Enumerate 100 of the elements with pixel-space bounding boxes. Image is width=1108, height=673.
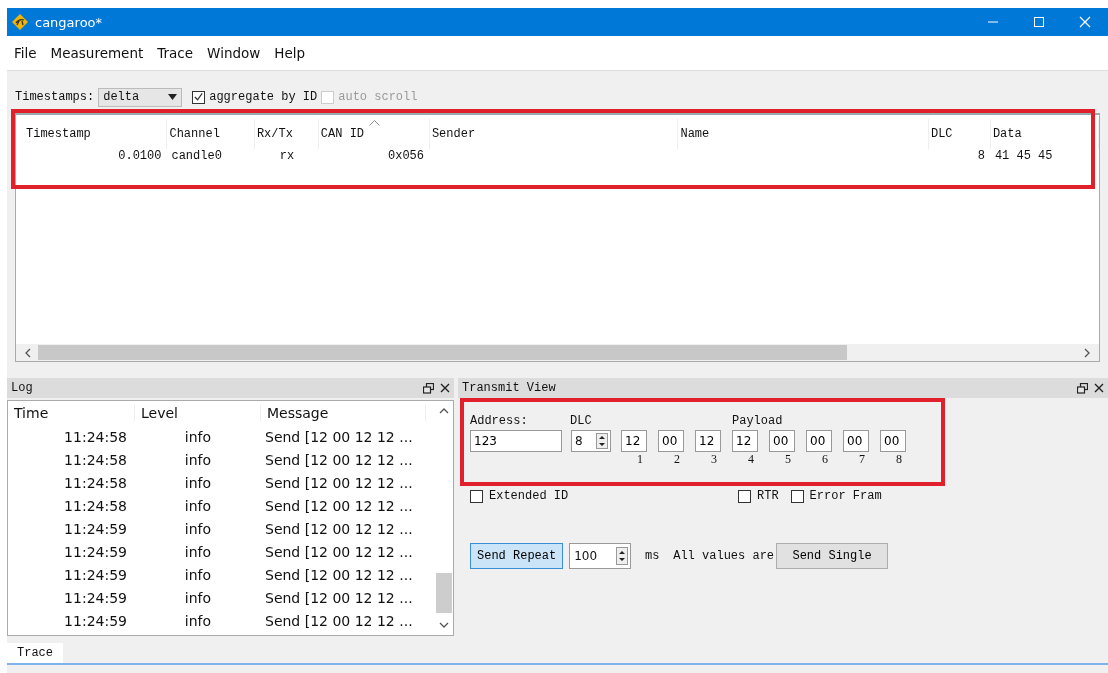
error-frame-checkbox[interactable] xyxy=(790,489,804,503)
column-header[interactable]: Sender xyxy=(429,119,679,149)
payload-byte-field[interactable]: 00 xyxy=(769,430,795,452)
error-frame-label: Error Fram xyxy=(809,489,882,503)
scroll-down-icon xyxy=(439,621,449,629)
close-panel-button[interactable] xyxy=(1094,383,1104,393)
table-cell-text: Send [12 00 12 12 ... xyxy=(264,520,414,537)
aggregate-label: aggregate by ID xyxy=(209,90,318,104)
float-icon xyxy=(1077,382,1088,394)
column-header[interactable]: Message xyxy=(261,405,426,421)
rtr-checkbox[interactable] xyxy=(738,489,751,503)
address-label: Address: xyxy=(470,414,529,428)
scroll-right-icon xyxy=(1083,347,1091,358)
table-cell-text: 11:24:58 xyxy=(63,451,128,468)
byte-index-label: 6 xyxy=(821,452,829,467)
window-title: cangaroo* xyxy=(35,14,103,30)
menu-item[interactable]: File xyxy=(7,45,44,61)
menu-item[interactable]: Window xyxy=(200,45,268,61)
rtr-label: RTR xyxy=(757,489,779,503)
table-cell-text: 8 xyxy=(976,149,986,165)
table-cell-text: 0x056 xyxy=(387,149,425,165)
table-cell-text: Send [12 00 12 12 ... xyxy=(264,589,414,606)
byte-index-label: 7 xyxy=(858,452,866,467)
send-repeat-button[interactable]: Send Repeat xyxy=(470,543,564,569)
table-cell-text: info xyxy=(183,428,213,445)
scrollbar-thumb[interactable] xyxy=(38,345,847,360)
extended-id-label: Extended ID xyxy=(489,489,569,503)
dlc-label: DLC xyxy=(570,414,593,428)
table-cell-text: 41 45 45 xyxy=(993,149,1054,165)
scroll-left-icon xyxy=(24,347,32,358)
aggregate-checkbox[interactable] xyxy=(192,90,206,104)
float-button[interactable] xyxy=(1077,382,1088,394)
table-cell-text: info xyxy=(183,566,213,583)
table-cell-text: Send [12 00 12 12 ... xyxy=(264,428,414,445)
app-logo-icon xyxy=(11,13,29,31)
payload-byte-field[interactable]: 00 xyxy=(880,430,906,452)
payload-byte-field[interactable]: 00 xyxy=(843,430,869,452)
table-cell-text: 11:24:59 xyxy=(63,543,128,560)
table-cell-text: info xyxy=(183,451,213,468)
address-field[interactable]: 123 xyxy=(470,430,562,452)
table-cell-text: Send [12 00 12 12 ... xyxy=(264,451,414,468)
menu-item[interactable]: Help xyxy=(267,45,313,61)
panel-title: Transmit View xyxy=(462,381,557,395)
timestamps-dropdown[interactable]: delta xyxy=(98,87,183,107)
spin-arrows-icon xyxy=(616,547,629,565)
float-icon xyxy=(423,382,434,394)
table-cell-text: info xyxy=(183,589,213,606)
table-cell-text: 11:24:59 xyxy=(63,589,128,606)
maximize-icon xyxy=(1033,16,1045,28)
column-header[interactable]: Time xyxy=(8,405,135,421)
float-button[interactable] xyxy=(423,382,434,394)
interval-unit-label: ms xyxy=(644,549,661,563)
payload-byte-field[interactable]: 12 xyxy=(732,430,758,452)
extended-id-checkbox[interactable] xyxy=(470,489,483,503)
auto-scroll-label: auto scroll xyxy=(338,90,418,104)
table-cell-text: 11:24:58 xyxy=(63,428,128,445)
trace-tab[interactable]: Trace xyxy=(7,643,63,663)
panel-title: Log xyxy=(11,381,34,395)
column-header[interactable]: Level xyxy=(135,405,261,421)
payload-byte-field[interactable]: 00 xyxy=(806,430,832,452)
table-cell-text: candle0 xyxy=(170,149,223,165)
column-header[interactable]: DLC xyxy=(928,119,991,149)
byte-index-label: 2 xyxy=(673,452,681,467)
close-icon xyxy=(440,383,450,393)
column-header[interactable]: Channel xyxy=(167,119,255,149)
table-cell-text: 11:24:59 xyxy=(63,612,128,629)
table-cell-text: info xyxy=(183,612,213,629)
byte-index-label: 8 xyxy=(895,452,903,467)
table-cell-text: 11:24:59 xyxy=(63,566,128,583)
column-header[interactable]: CAN ID xyxy=(318,119,430,149)
table-cell-text: info xyxy=(183,474,213,491)
dropdown-arrow-icon xyxy=(168,94,178,100)
table-cell-text: Send [12 00 12 12 ... xyxy=(264,543,414,560)
table-cell-text: Send [12 00 12 12 ... xyxy=(264,566,414,583)
table-cell-text: 11:24:59 xyxy=(63,520,128,537)
dlc-spinbox[interactable]: 8 xyxy=(571,430,611,452)
horizontal-scrollbar[interactable] xyxy=(16,344,1099,361)
byte-index-label: 5 xyxy=(784,452,792,467)
interval-spinbox[interactable]: 100 xyxy=(569,543,632,569)
scrollbar-thumb[interactable] xyxy=(436,573,452,613)
menu-item[interactable]: Measurement xyxy=(43,45,151,61)
close-panel-button[interactable] xyxy=(440,383,450,393)
payload-byte-field[interactable]: 00 xyxy=(658,430,684,452)
table-cell-text: Send [12 00 12 12 ... xyxy=(264,612,414,629)
menu-item[interactable]: Trace xyxy=(150,45,201,61)
spin-arrows-icon xyxy=(596,433,608,449)
payload-byte-field[interactable]: 12 xyxy=(621,430,647,452)
send-single-button[interactable]: Send Single xyxy=(776,543,889,569)
column-header[interactable]: Name xyxy=(678,119,929,149)
table-cell-text: rx xyxy=(278,149,296,165)
byte-index-label: 1 xyxy=(636,452,644,467)
column-header[interactable]: Rx/Tx xyxy=(254,119,319,149)
timestamps-label: Timestamps: xyxy=(15,90,95,104)
table-cell-text: 0.0100 xyxy=(117,149,163,165)
payload-byte-field[interactable]: 12 xyxy=(695,430,721,452)
column-header[interactable]: Timestamp xyxy=(24,119,168,149)
table-cell-text: Send [12 00 12 12 ... xyxy=(264,497,414,514)
check-icon xyxy=(193,91,205,103)
column-header[interactable]: Data xyxy=(990,119,1099,149)
table-cell-text: info xyxy=(183,497,213,514)
